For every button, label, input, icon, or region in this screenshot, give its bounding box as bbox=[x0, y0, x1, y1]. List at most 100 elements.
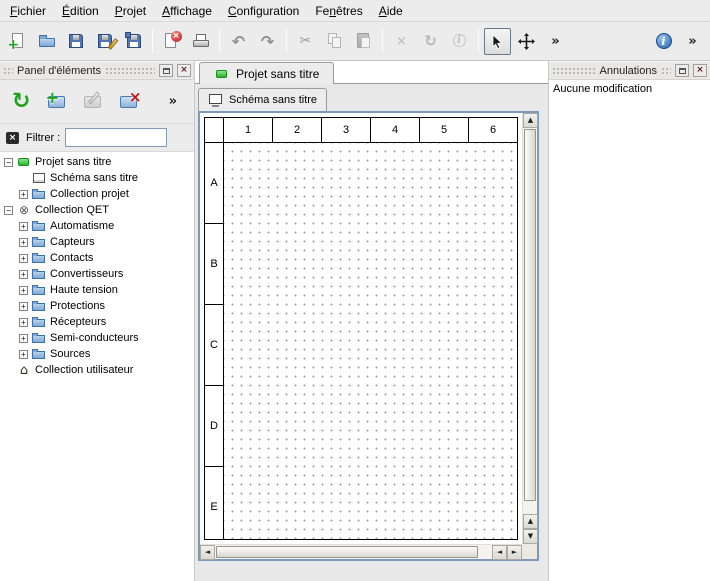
delete-element-button[interactable] bbox=[116, 86, 144, 118]
tree-item[interactable]: −⊗Collection QET bbox=[0, 202, 194, 218]
scroll-up-button[interactable]: ▲ bbox=[523, 113, 538, 128]
scroll-left-button[interactable]: ◄ bbox=[200, 545, 215, 560]
about-button[interactable] bbox=[650, 28, 677, 55]
expand-icon[interactable]: + bbox=[19, 238, 28, 247]
schema-icon bbox=[31, 171, 47, 185]
tree-item[interactable]: + Convertisseurs bbox=[0, 266, 194, 282]
tree-item[interactable]: + Capteurs bbox=[0, 234, 194, 250]
elements-panel-header[interactable]: Panel d'éléments bbox=[0, 61, 194, 80]
print-button[interactable] bbox=[187, 28, 214, 55]
reload-collections-button[interactable]: ↻ bbox=[7, 86, 35, 118]
column-ruler: 123456 bbox=[224, 118, 517, 142]
toolbar-overflow-button[interactable]: » bbox=[542, 28, 569, 55]
undo-empty-text: Aucune modification bbox=[549, 80, 710, 98]
select-tool-button[interactable] bbox=[484, 28, 511, 55]
float-panel-button[interactable] bbox=[159, 64, 173, 77]
menu-fichier[interactable]: Fichier bbox=[2, 1, 54, 21]
dock-grip[interactable] bbox=[105, 67, 155, 75]
schema-tab-icon bbox=[208, 93, 224, 107]
schema-canvas[interactable] bbox=[224, 143, 517, 539]
close-file-button[interactable] bbox=[158, 28, 185, 55]
tree-item[interactable]: +Sources bbox=[0, 346, 194, 362]
arrow-up-icon: ▲ bbox=[528, 518, 533, 525]
schema-page: 123456 ABCDE bbox=[204, 117, 518, 540]
save-as-button[interactable] bbox=[91, 28, 118, 55]
chevron-double-icon: » bbox=[546, 31, 566, 51]
pan-tool-button[interactable] bbox=[513, 28, 540, 55]
dock-grip[interactable] bbox=[3, 67, 13, 75]
float-panel-button[interactable] bbox=[675, 64, 689, 77]
collapse-icon[interactable]: − bbox=[4, 158, 13, 167]
open-project-button[interactable] bbox=[33, 28, 60, 55]
help-toolbar-overflow-button[interactable]: » bbox=[679, 28, 706, 55]
tree-item-label: Capteurs bbox=[50, 236, 95, 248]
expand-icon[interactable]: + bbox=[19, 318, 28, 327]
expand-icon[interactable]: + bbox=[19, 334, 28, 343]
elements-toolbar-overflow-button[interactable]: » bbox=[159, 86, 187, 118]
new-project-button[interactable] bbox=[4, 28, 31, 55]
chevron-double-icon: » bbox=[683, 31, 703, 51]
menu-affichage[interactable]: Affichage bbox=[154, 1, 220, 21]
expand-icon[interactable]: + bbox=[19, 254, 28, 263]
close-panel-button[interactable] bbox=[693, 64, 707, 77]
undo-panel-header[interactable]: Annulations bbox=[549, 61, 710, 80]
tree-item[interactable]: ⌂Collection utilisateur bbox=[0, 362, 194, 378]
scroll-down-button[interactable]: ▼ bbox=[523, 529, 538, 544]
expand-icon[interactable]: + bbox=[19, 302, 28, 311]
info-blue-icon bbox=[654, 31, 674, 51]
tree-item[interactable]: +Automatisme bbox=[0, 218, 194, 234]
close-panel-button[interactable] bbox=[177, 64, 191, 77]
vertical-scroll-thumb[interactable] bbox=[524, 129, 536, 501]
element-delete-icon bbox=[118, 90, 142, 114]
horizontal-scrollbar[interactable]: ◄ ◄ ► bbox=[200, 544, 522, 559]
tree-item[interactable]: +Semi-conducteurs bbox=[0, 330, 194, 346]
schema-tab[interactable]: Schéma sans titre bbox=[198, 88, 327, 111]
float-icon bbox=[163, 68, 170, 74]
horizontal-scroll-track[interactable] bbox=[215, 545, 492, 559]
expand-icon[interactable]: + bbox=[19, 270, 28, 279]
clear-filter-icon[interactable] bbox=[5, 130, 21, 146]
tree-item[interactable]: +Contacts bbox=[0, 250, 194, 266]
diagram-view[interactable]: 123456 ABCDE ▲ ▲ ▼ ◄ bbox=[198, 111, 539, 561]
tree-item[interactable]: −Projet sans titre bbox=[0, 154, 194, 170]
menu-edition[interactable]: Édition bbox=[54, 1, 107, 21]
scroll-right-button[interactable]: ► bbox=[507, 545, 522, 560]
vertical-scroll-track[interactable] bbox=[523, 128, 537, 514]
tree-item-label: Convertisseurs bbox=[50, 268, 123, 280]
vertical-scrollbar[interactable]: ▲ ▲ ▼ bbox=[522, 113, 537, 544]
arrow-right-icon: ► bbox=[512, 549, 517, 556]
dock-grip[interactable] bbox=[661, 67, 671, 75]
tree-item[interactable]: + Collection projet bbox=[0, 186, 194, 202]
save-button[interactable] bbox=[62, 28, 89, 55]
collapse-icon[interactable]: − bbox=[4, 206, 13, 215]
column-label: 2 bbox=[273, 118, 322, 142]
expand-icon[interactable]: + bbox=[19, 350, 28, 359]
expand-icon[interactable]: + bbox=[19, 190, 28, 199]
horizontal-scroll-thumb[interactable] bbox=[216, 546, 478, 558]
project-icon bbox=[214, 67, 230, 81]
schema-tab-bar: Schéma sans titre bbox=[198, 86, 327, 111]
menu-projet[interactable]: Projet bbox=[107, 1, 154, 21]
scroll-up-button-2[interactable]: ▲ bbox=[523, 514, 538, 529]
expand-icon[interactable]: + bbox=[19, 286, 28, 295]
tree-item[interactable]: + Haute tension bbox=[0, 282, 194, 298]
tree-item[interactable]: Schéma sans titre bbox=[0, 170, 194, 186]
filter-input[interactable] bbox=[65, 128, 167, 147]
tree-item[interactable]: +Récepteurs bbox=[0, 314, 194, 330]
save-all-button[interactable] bbox=[120, 28, 147, 55]
tree-item-label: Haute tension bbox=[50, 284, 118, 296]
copy-button bbox=[321, 28, 348, 55]
undo-history-list[interactable]: Aucune modification bbox=[549, 80, 710, 581]
new-element-button[interactable] bbox=[43, 86, 71, 118]
tree-item-label: Collection projet bbox=[50, 188, 129, 200]
tree-item[interactable]: +Protections bbox=[0, 298, 194, 314]
column-label: 1 bbox=[224, 118, 273, 142]
menu-aide[interactable]: Aide bbox=[371, 1, 411, 21]
project-tab[interactable]: Projet sans titre bbox=[199, 62, 334, 84]
expand-icon[interactable]: + bbox=[19, 222, 28, 231]
dock-grip[interactable] bbox=[552, 67, 596, 75]
menu-fenetres[interactable]: Fenêtres bbox=[307, 1, 370, 21]
scroll-left-button-2[interactable]: ◄ bbox=[492, 545, 507, 560]
cursor-icon bbox=[488, 31, 508, 51]
menu-configuration[interactable]: Configuration bbox=[220, 1, 307, 21]
